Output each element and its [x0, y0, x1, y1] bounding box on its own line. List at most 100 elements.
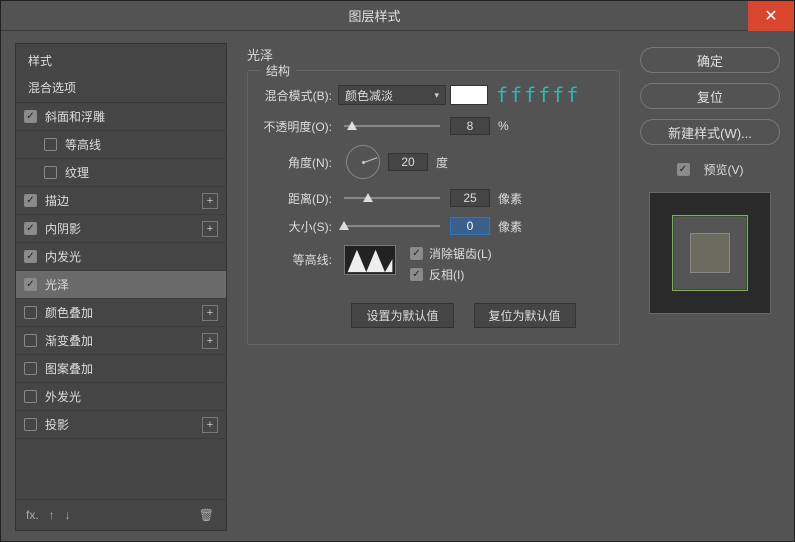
structure-group: 结构 混合模式(B): 颜色减淡 ▾ ffffff 不透明度(O): 8 — [247, 70, 620, 345]
style-item[interactable]: 光泽 — [16, 271, 226, 299]
size-unit: 像素 — [498, 218, 522, 235]
preview-label: 预览(V) — [704, 161, 744, 178]
settings-panel: 光泽 结构 混合模式(B): 颜色减淡 ▾ ffffff 不透明度(O): — [241, 43, 626, 531]
size-label: 大小(S): — [258, 218, 332, 235]
style-item[interactable]: 渐变叠加+ — [16, 327, 226, 355]
opacity-label: 不透明度(O): — [258, 118, 332, 135]
antialias-label: 消除锯齿(L) — [429, 245, 492, 262]
opacity-unit: % — [498, 119, 509, 133]
set-default-button[interactable]: 设置为默认值 — [351, 303, 453, 328]
style-checkbox[interactable] — [44, 138, 57, 151]
layer-style-dialog: 图层样式 ✕ 样式 混合选项 斜面和浮雕等高线纹理描边+内阴影+内发光光泽颜色叠… — [0, 0, 795, 542]
angle-dial[interactable] — [346, 145, 380, 179]
invert-checkbox[interactable] — [410, 268, 423, 281]
new-style-button[interactable]: 新建样式(W)... — [640, 119, 780, 145]
style-item[interactable]: 纹理 — [16, 159, 226, 187]
style-item-label: 斜面和浮雕 — [45, 108, 105, 125]
style-checkbox[interactable] — [24, 306, 37, 319]
style-item[interactable]: 等高线 — [16, 131, 226, 159]
style-item[interactable]: 描边+ — [16, 187, 226, 215]
blend-mode-select[interactable]: 颜色减淡 ▾ — [338, 85, 446, 105]
color-hex: ffffff — [496, 83, 580, 107]
style-checkbox[interactable] — [24, 362, 37, 375]
style-checkbox[interactable] — [24, 390, 37, 403]
style-item-label: 纹理 — [65, 164, 89, 181]
preview-checkbox[interactable] — [677, 163, 690, 176]
opacity-row: 不透明度(O): 8 % — [258, 117, 609, 135]
distance-label: 距离(D): — [258, 190, 332, 207]
style-checkbox[interactable] — [24, 222, 37, 235]
style-checkbox[interactable] — [24, 418, 37, 431]
style-item[interactable]: 图案叠加 — [16, 355, 226, 383]
distance-slider[interactable] — [344, 197, 440, 199]
style-checkbox[interactable] — [24, 110, 37, 123]
antialias-checkbox[interactable] — [410, 247, 423, 260]
action-panel: 确定 复位 新建样式(W)... 预览(V) — [640, 43, 780, 531]
angle-row: 角度(N): 20 度 — [258, 145, 609, 179]
window-title: 图层样式 — [1, 6, 748, 25]
style-item-label: 内发光 — [45, 248, 81, 265]
invert-label: 反相(I) — [429, 266, 464, 283]
style-item[interactable]: 斜面和浮雕 — [16, 103, 226, 131]
size-input[interactable]: 0 — [450, 217, 490, 235]
fx-menu-icon[interactable]: fx. — [26, 508, 39, 522]
contour-row: 等高线: 消除锯齿(L) 反相(I) — [258, 245, 609, 287]
style-item-label: 等高线 — [65, 136, 101, 153]
close-button[interactable]: ✕ — [748, 1, 794, 31]
angle-input[interactable]: 20 — [388, 153, 428, 171]
style-item[interactable]: 内阴影 + — [16, 215, 226, 243]
style-item-label: 投影 — [45, 416, 69, 433]
reset-default-button[interactable]: 复位为默认值 — [474, 303, 576, 328]
add-effect-icon[interactable]: + — [202, 193, 218, 209]
style-item[interactable]: 颜色叠加 + — [16, 299, 226, 327]
contour-label: 等高线: — [258, 245, 332, 268]
slider-thumb-icon[interactable] — [363, 193, 373, 202]
style-item[interactable]: 投影 + — [16, 411, 226, 439]
angle-label: 角度(N): — [258, 154, 332, 171]
add-effect-icon[interactable]: + — [202, 221, 218, 237]
blend-mode-row: 混合模式(B): 颜色减淡 ▾ ffffff — [258, 83, 609, 107]
distance-row: 距离(D): 25 像素 — [258, 189, 609, 207]
ok-button[interactable]: 确定 — [640, 47, 780, 73]
invert-checkbox-row[interactable]: 反相(I) — [410, 266, 492, 283]
blend-mode-label: 混合模式(B): — [258, 87, 332, 104]
slider-thumb-icon[interactable] — [347, 121, 357, 130]
titlebar: 图层样式 ✕ — [1, 1, 794, 31]
style-item-label: 图案叠加 — [45, 360, 93, 377]
style-checkbox[interactable] — [24, 194, 37, 207]
blending-options[interactable]: 混合选项 — [16, 73, 226, 103]
move-up-icon[interactable]: ↑ — [49, 508, 55, 522]
preview-toggle[interactable]: 预览(V) — [640, 161, 780, 178]
angle-unit: 度 — [436, 154, 448, 171]
trash-icon[interactable]: 🗑 — [199, 508, 214, 522]
structure-legend: 结构 — [260, 62, 296, 79]
style-checkbox[interactable] — [44, 166, 57, 179]
effect-title: 光泽 — [247, 45, 620, 64]
style-item[interactable]: 内发光 — [16, 243, 226, 271]
preview-swatch-inner — [690, 233, 730, 273]
chevron-down-icon: ▾ — [434, 90, 439, 101]
style-item[interactable]: 外发光 — [16, 383, 226, 411]
color-swatch[interactable] — [450, 85, 488, 105]
styles-footer: fx. ↑ ↓ 🗑 — [16, 499, 226, 530]
contour-picker[interactable] — [344, 245, 396, 275]
styles-header: 样式 — [16, 44, 226, 73]
style-checkbox[interactable] — [24, 278, 37, 291]
add-effect-icon[interactable]: + — [202, 333, 218, 349]
opacity-input[interactable]: 8 — [450, 117, 490, 135]
move-down-icon[interactable]: ↓ — [65, 508, 71, 522]
dialog-body: 样式 混合选项 斜面和浮雕等高线纹理描边+内阴影+内发光光泽颜色叠加+渐变叠加+… — [1, 31, 794, 541]
add-effect-icon[interactable]: + — [202, 305, 218, 321]
style-item-label: 颜色叠加 — [45, 304, 93, 321]
style-checkbox[interactable] — [24, 250, 37, 263]
slider-thumb-icon[interactable] — [339, 221, 349, 230]
add-effect-icon[interactable]: + — [202, 417, 218, 433]
size-slider[interactable] — [344, 225, 440, 227]
style-item-label: 内阴影 — [45, 220, 81, 237]
style-checkbox[interactable] — [24, 334, 37, 347]
reset-button[interactable]: 复位 — [640, 83, 780, 109]
opacity-slider[interactable] — [344, 125, 440, 127]
distance-input[interactable]: 25 — [450, 189, 490, 207]
style-item-label: 外发光 — [45, 388, 81, 405]
antialias-checkbox-row[interactable]: 消除锯齿(L) — [410, 245, 492, 262]
